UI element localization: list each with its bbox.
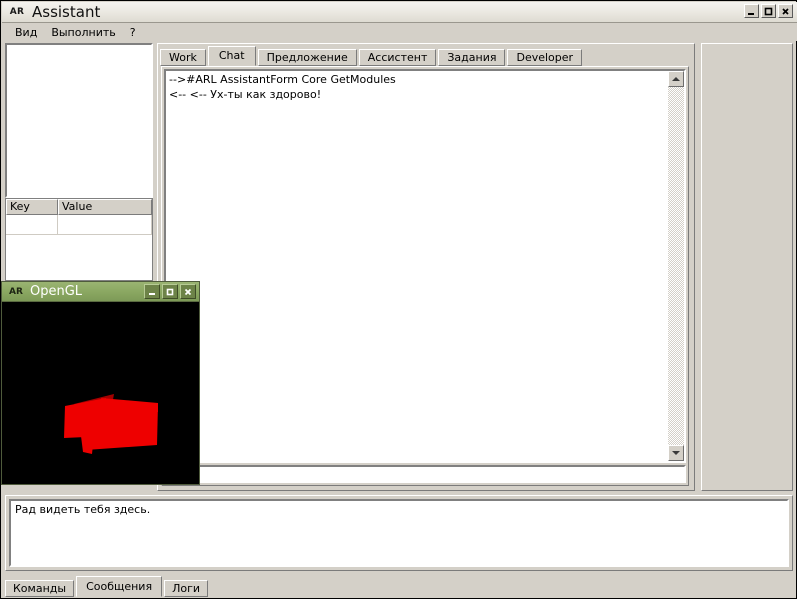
arrow-up-icon bbox=[672, 77, 680, 81]
window-title: Assistant bbox=[32, 3, 101, 21]
chat-line-2: <-- <-- Ух-ты как здорово! bbox=[169, 88, 322, 101]
left-panel: Key Value bbox=[5, 43, 153, 281]
cell-key[interactable] bbox=[6, 215, 58, 235]
key-value-table[interactable]: Key Value bbox=[5, 198, 153, 281]
app-icon: AR bbox=[9, 7, 25, 17]
menu-item-vid[interactable]: Вид bbox=[8, 25, 44, 40]
main-tabstrip: Work Chat Предложение Ассистент Задания … bbox=[160, 46, 584, 66]
chat-line-1: -->#ARL AssistantForm Core GetModules bbox=[169, 73, 396, 86]
tab-work[interactable]: Work bbox=[160, 49, 206, 66]
window-controls bbox=[744, 4, 793, 18]
tab-chat[interactable]: Chat bbox=[207, 46, 256, 66]
chat-tab-panel: -->#ARL AssistantForm Core GetModules <-… bbox=[161, 66, 689, 486]
opengl-window-title: OpenGL bbox=[30, 284, 83, 299]
main-tab-container: Work Chat Предложение Ассистент Задания … bbox=[157, 43, 695, 491]
table-header-row: Key Value bbox=[6, 199, 152, 215]
opengl-window[interactable]: AR OpenGL bbox=[1, 281, 200, 485]
messages-textarea[interactable]: Рад видеть тебя здесь. bbox=[9, 499, 789, 567]
table-row[interactable] bbox=[6, 215, 152, 235]
tab-soobshcheniya[interactable]: Сообщения bbox=[76, 576, 163, 597]
column-header-key[interactable]: Key bbox=[6, 199, 58, 215]
tab-logi[interactable]: Логи bbox=[164, 580, 209, 597]
menu-item-help[interactable]: ? bbox=[123, 25, 143, 40]
opengl-close-icon[interactable] bbox=[180, 284, 196, 299]
bottom-panel: Рад видеть тебя здесь. bbox=[5, 495, 793, 571]
opengl-canvas[interactable] bbox=[2, 302, 199, 484]
bottom-tabstrip: Команды Сообщения Логи bbox=[5, 573, 793, 597]
tab-assistent[interactable]: Ассистент bbox=[358, 49, 437, 66]
titlebar[interactable]: AR Assistant bbox=[2, 2, 797, 23]
scroll-down-button[interactable] bbox=[668, 445, 684, 461]
opengl-maximize-icon[interactable] bbox=[162, 284, 178, 299]
minimize-icon[interactable] bbox=[744, 4, 759, 18]
opengl-window-controls bbox=[144, 284, 196, 299]
maximize-icon[interactable] bbox=[761, 4, 776, 18]
chat-input[interactable] bbox=[164, 465, 686, 483]
opengl-titlebar[interactable]: AR OpenGL bbox=[2, 282, 199, 302]
close-icon[interactable] bbox=[778, 4, 793, 18]
opengl-app-icon: AR bbox=[9, 286, 23, 297]
modules-listbox[interactable] bbox=[5, 43, 153, 198]
chat-vertical-scrollbar[interactable] bbox=[668, 71, 684, 461]
column-header-value[interactable]: Value bbox=[58, 199, 152, 215]
menubar: Вид Выполнить ? bbox=[2, 23, 797, 41]
opengl-minimize-icon[interactable] bbox=[144, 284, 160, 299]
tab-predlozhenie[interactable]: Предложение bbox=[257, 49, 357, 66]
menu-item-vypolnit[interactable]: Выполнить bbox=[44, 25, 122, 40]
arrow-down-icon bbox=[672, 451, 680, 455]
scroll-up-button[interactable] bbox=[668, 71, 684, 87]
tab-zadaniya[interactable]: Задания bbox=[438, 49, 506, 66]
chat-transcript[interactable]: -->#ARL AssistantForm Core GetModules <-… bbox=[164, 69, 686, 463]
assistant-main-window: AR Assistant Вид Выполнить ? Key Value W… bbox=[0, 0, 797, 599]
cell-value[interactable] bbox=[58, 215, 152, 235]
tab-komandy[interactable]: Команды bbox=[5, 580, 75, 597]
tab-developer[interactable]: Developer bbox=[507, 49, 583, 66]
red-3d-polygon-icon bbox=[2, 302, 199, 484]
right-side-panel[interactable] bbox=[701, 43, 793, 491]
